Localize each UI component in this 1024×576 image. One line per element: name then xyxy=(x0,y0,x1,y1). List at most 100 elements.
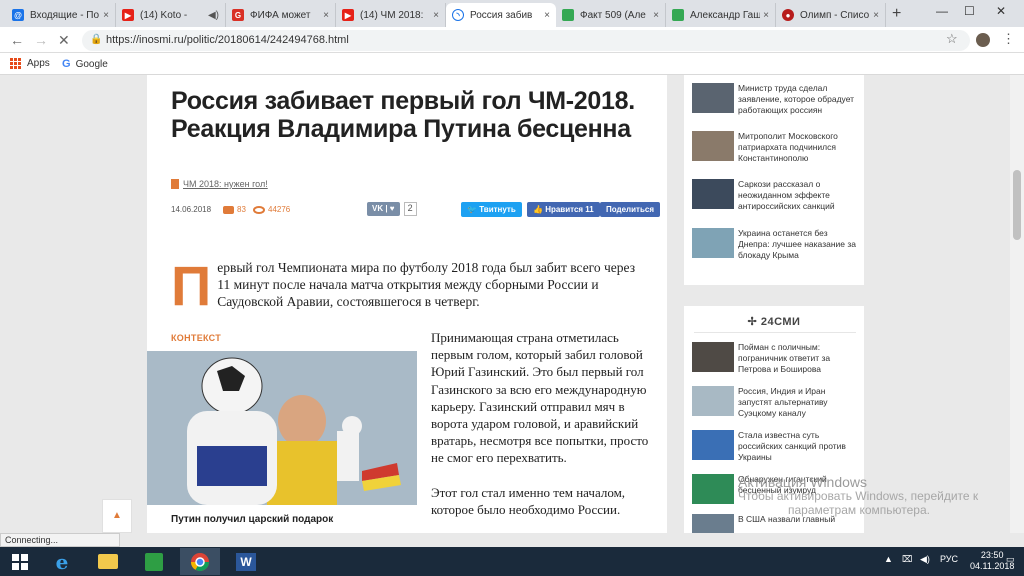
widget-heading: ✢ 24СМИ xyxy=(747,316,801,328)
vk-button[interactable]: VK | ♥ xyxy=(367,202,400,216)
page-scrollbar[interactable] xyxy=(1010,75,1024,533)
close-icon[interactable]: × xyxy=(763,10,769,21)
article: Россия забивает первый гол ЧМ-2018. Реак… xyxy=(147,75,667,533)
g-news-icon: G xyxy=(232,9,244,21)
arrow-up-icon: ▲ xyxy=(112,510,122,521)
sidebar-news-item[interactable]: Украина останется без Днепра: лучшее нак… xyxy=(692,228,860,260)
sheet-icon xyxy=(672,9,684,21)
close-window-button[interactable]: ✕ xyxy=(996,4,1006,18)
article-lede: П ервый гол Чемпионата мира по футболу 2… xyxy=(171,254,636,317)
language-indicator[interactable]: РУС xyxy=(940,554,958,564)
apps-grid-icon xyxy=(10,58,21,69)
network-icon[interactable]: ⌧ xyxy=(902,554,912,565)
smi-news-item[interactable]: Россия, Индия и Иран запустят альтернати… xyxy=(692,386,860,418)
taskbar-explorer[interactable] xyxy=(88,548,128,575)
windows-activation-watermark: Активация Windows Чтобы активировать Win… xyxy=(738,474,979,517)
maximize-button[interactable]: ☐ xyxy=(964,4,975,18)
body-paragraph: Принимающая страна отметилась первым гол… xyxy=(431,330,649,466)
folder-icon xyxy=(98,554,118,569)
tab-alexander[interactable]: Александр Гаш × xyxy=(666,3,776,27)
youtube-icon: ▶ xyxy=(122,9,134,21)
news-thumbnail xyxy=(692,83,734,113)
smi-news-item[interactable]: Пойман с поличным: пограничник ответит з… xyxy=(692,342,860,374)
news-thumbnail xyxy=(692,131,734,161)
news-thumbnail xyxy=(692,228,734,258)
tab-inbox[interactable]: @ Входящие - По × xyxy=(6,3,116,27)
article-body: Принимающая страна отметилась первым гол… xyxy=(431,329,653,533)
start-button[interactable] xyxy=(0,548,40,575)
tab-youtube-wc[interactable]: ▶ (14) ЧМ 2018: × xyxy=(336,3,446,27)
close-icon[interactable]: × xyxy=(323,10,329,21)
url-text: https://inosmi.ru/politic/20180614/24249… xyxy=(106,34,349,46)
address-bar[interactable]: 🔒 https://inosmi.ru/politic/20180614/242… xyxy=(82,30,970,51)
vk-count: 2 xyxy=(403,202,417,216)
smi-news-item[interactable]: Стала известна суть российских санкций п… xyxy=(692,430,860,462)
sidebar-news-item[interactable]: Министр труда сделал заявление, которое … xyxy=(692,83,860,115)
volume-icon[interactable]: ◀) xyxy=(920,554,930,565)
close-icon[interactable]: × xyxy=(653,10,659,21)
taskbar-word[interactable]: W xyxy=(226,548,266,575)
tab-strip: @ Входящие - По × ▶ (14) Koto - ◀) G ФИФ… xyxy=(0,0,1024,27)
speaker-icon[interactable]: ◀) xyxy=(208,10,219,21)
minimize-button[interactable]: — xyxy=(936,4,948,18)
forward-arrow-icon[interactable]: → xyxy=(34,32,48,48)
tab-active-article[interactable]: ◝ Россия забив × xyxy=(446,3,556,27)
close-icon[interactable]: × xyxy=(544,10,550,21)
tab-youtube-koto[interactable]: ▶ (14) Koto - ◀) xyxy=(116,3,226,27)
tweet-button[interactable]: 🐦 Твитнуть xyxy=(461,202,522,217)
sidebar-news-item[interactable]: Саркози рассказал о неожиданном эффекте … xyxy=(692,179,860,211)
profile-avatar[interactable] xyxy=(976,33,990,47)
twitter-icon: 🐦 xyxy=(467,205,480,214)
context-label: КОНТЕКСТ xyxy=(171,333,222,343)
close-icon[interactable]: × xyxy=(103,10,109,21)
sidebar-top-news: Министр труда сделал заявление, которое … xyxy=(684,75,864,285)
bookmarks-bar: Apps G Google xyxy=(0,53,1024,75)
dropcap: П xyxy=(171,254,212,317)
stop-icon[interactable]: ✕ xyxy=(58,32,70,49)
sidebar-news-item[interactable]: Митрополит Московского патриархата подчи… xyxy=(692,131,860,163)
back-arrow-icon[interactable]: ← xyxy=(10,32,24,48)
comments-count[interactable]: 83 xyxy=(223,205,246,214)
close-icon[interactable]: × xyxy=(433,10,439,21)
taskbar-store[interactable] xyxy=(134,548,174,575)
taskbar-chrome[interactable] xyxy=(180,548,220,575)
sheet-icon xyxy=(562,9,574,21)
article-date: 14.06.2018 xyxy=(171,205,212,214)
article-title: Россия забивает первый гол ЧМ-2018. Реак… xyxy=(171,87,635,143)
photo-caption-link[interactable]: Путин получил царский подарок xyxy=(171,514,333,525)
word-icon: W xyxy=(236,552,256,571)
windows-logo-icon xyxy=(12,553,28,570)
scrollbar-thumb[interactable] xyxy=(1013,170,1021,240)
bookmark-icon xyxy=(171,179,179,189)
vk-share[interactable]: VK | ♥ 2 xyxy=(367,202,417,216)
close-icon[interactable]: × xyxy=(873,10,879,21)
internet-explorer-icon: e xyxy=(55,549,69,574)
bookmark-google[interactable]: G Google xyxy=(62,58,108,70)
store-icon xyxy=(145,552,163,571)
tab-fact[interactable]: Факт 509 (Але × xyxy=(556,3,666,27)
mail-icon: @ xyxy=(12,9,24,21)
lock-icon: 🔒 xyxy=(90,34,103,45)
facebook-like-button[interactable]: 👍 Нравится 11 xyxy=(527,202,600,217)
new-tab-button[interactable]: + xyxy=(892,5,901,23)
facebook-share-button[interactable]: Поделиться xyxy=(600,202,661,217)
bookmark-apps[interactable]: Apps xyxy=(10,58,50,69)
bookmark-star-icon[interactable]: ☆ xyxy=(946,31,958,47)
scroll-to-top-button[interactable]: ▲ xyxy=(102,499,132,533)
tray-expand-icon[interactable]: ▲ xyxy=(884,554,893,564)
windows-taskbar: e W ▲ ⌧ ◀) РУС 23:50 04.11.2018 ▭ xyxy=(0,547,1024,576)
tab-olimp[interactable]: ● Олимп - Списо × xyxy=(776,3,886,27)
news-thumbnail xyxy=(692,179,734,209)
article-tag-link[interactable]: ЧМ 2018: нужен гол! xyxy=(171,179,268,189)
status-bubble: Connecting... xyxy=(0,533,120,547)
tab-fifa[interactable]: G ФИФА может × xyxy=(226,3,336,27)
mascot-photo-illustration xyxy=(147,351,417,505)
google-icon: G xyxy=(62,58,71,70)
notifications-icon[interactable]: ▭ xyxy=(1006,554,1015,565)
news-thumbnail xyxy=(692,474,734,504)
context-photo[interactable] xyxy=(147,351,417,505)
browser-menu-icon[interactable]: ⋮ xyxy=(1002,31,1015,47)
chrome-icon xyxy=(191,552,209,571)
taskbar-ie[interactable]: e xyxy=(42,548,82,575)
eye-icon xyxy=(253,205,265,214)
